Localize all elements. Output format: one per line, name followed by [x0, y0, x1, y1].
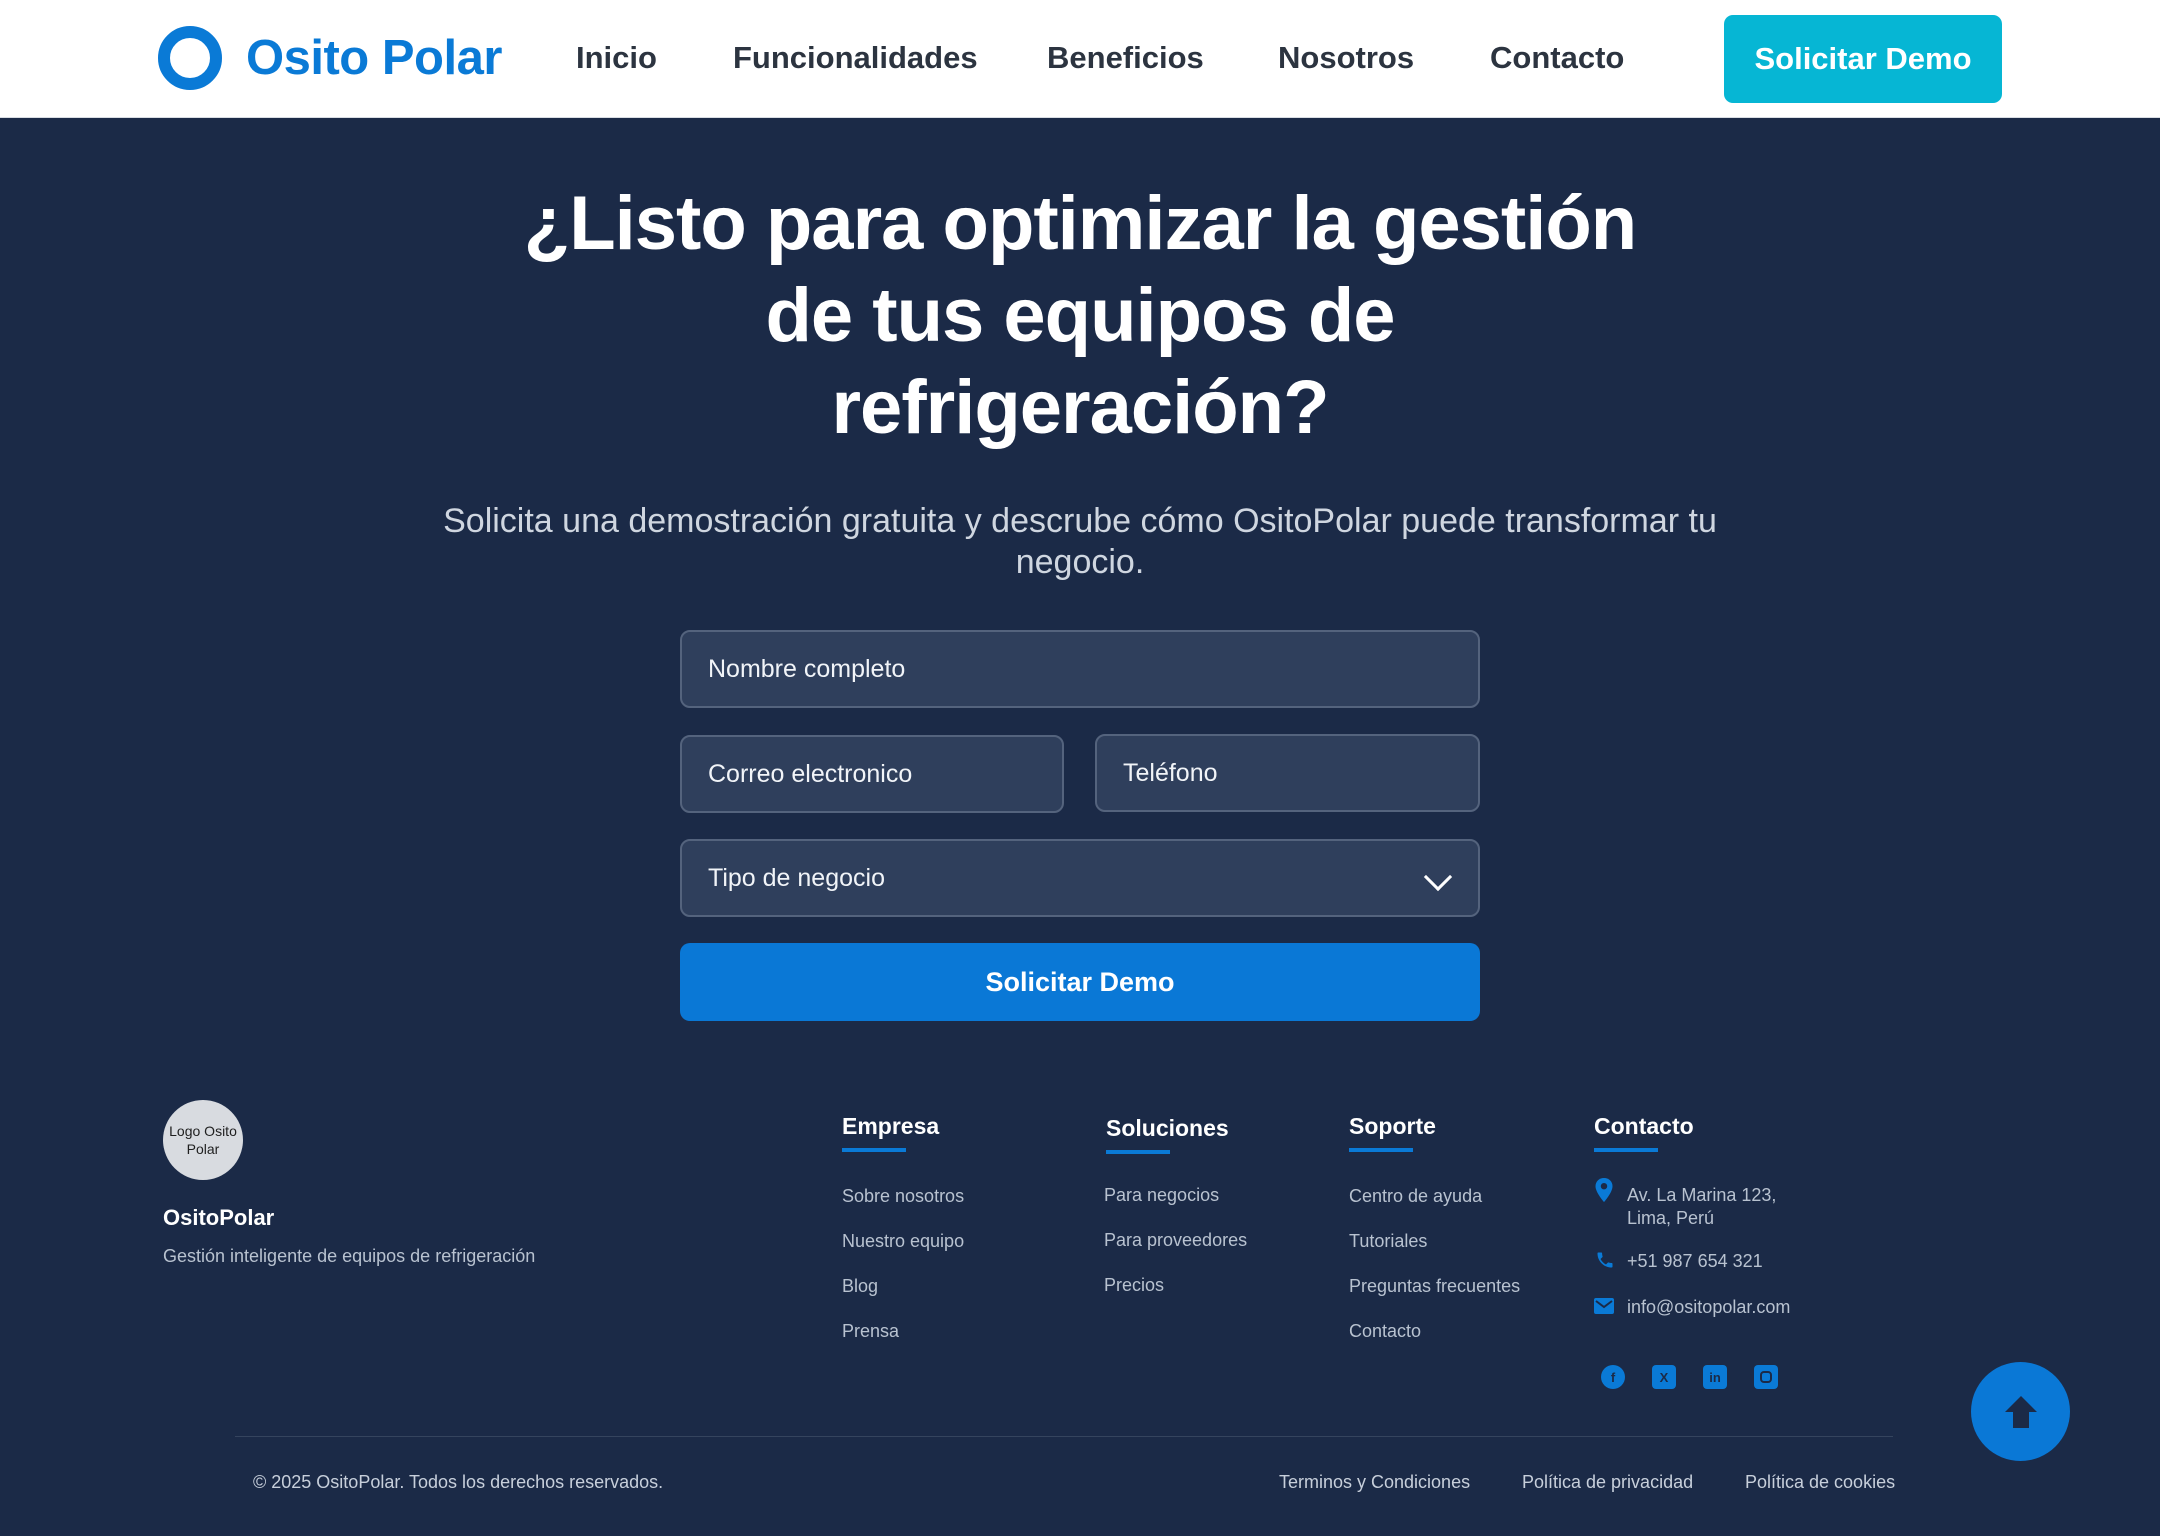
copyright-text: © 2025 OsitoPolar. Todos los derechos re…	[253, 1472, 664, 1492]
phone-icon	[1597, 1252, 1613, 1268]
legal-link-privacy[interactable]: Política de privacidad	[1522, 1472, 1693, 1493]
x-icon[interactable]: X	[1652, 1365, 1676, 1389]
chevron-down-icon	[1423, 862, 1453, 892]
footer-link[interactable]: Preguntas frecuentes	[1349, 1276, 1520, 1297]
footer-heading-soporte: Soporte	[1349, 1113, 1436, 1139]
footer-heading-soluciones: Soluciones	[1106, 1115, 1229, 1141]
contact-email[interactable]: info@ositopolar.com	[1627, 1296, 1790, 1319]
footer-link[interactable]: Blog	[842, 1276, 878, 1297]
nav-item-beneficios[interactable]: Beneficios	[1047, 40, 1204, 76]
instagram-icon[interactable]	[1754, 1365, 1778, 1389]
linkedin-icon[interactable]: in	[1703, 1365, 1727, 1389]
request-demo-nav-button[interactable]: Solicitar Demo	[1724, 15, 2002, 103]
business-type-select[interactable]: Tipo de negocio	[680, 839, 1480, 917]
nav-item-inicio[interactable]: Inicio	[576, 40, 657, 76]
contact-address-line: Av. La Marina 123,	[1627, 1185, 1777, 1205]
hero-subtitle: Solicita una demostración gratuita y des…	[443, 502, 1717, 581]
nav-item-contacto[interactable]: Contacto	[1490, 40, 1624, 76]
submit-demo-button[interactable]: Solicitar Demo	[680, 943, 1480, 1021]
top-navbar: Osito Polar Inicio Funcionalidades Benef…	[0, 0, 2160, 118]
map-pin-icon	[1595, 1178, 1613, 1202]
phone-placeholder: Teléfono	[1123, 758, 1218, 787]
arrow-up-icon	[2004, 1395, 2037, 1428]
contact-phone[interactable]: +51 987 654 321	[1627, 1250, 1763, 1273]
footer-link[interactable]: Contacto	[1349, 1321, 1421, 1342]
legal-link-cookies[interactable]: Política de cookies	[1745, 1472, 1895, 1493]
footer-heading-underline	[1594, 1148, 1658, 1152]
footer-link[interactable]: Prensa	[842, 1321, 899, 1342]
footer-link[interactable]: Para negocios	[1104, 1185, 1219, 1206]
footer-link[interactable]: Tutoriales	[1349, 1231, 1427, 1252]
business-type-value: Tipo de negocio	[708, 863, 885, 892]
hero-title-line: de tus equipos de	[765, 273, 1395, 358]
nav-item-nosotros[interactable]: Nosotros	[1278, 40, 1414, 76]
footer-link[interactable]: Nuestro equipo	[842, 1231, 964, 1252]
email-placeholder: Correo electronico	[708, 759, 913, 788]
instagram-glyph	[1760, 1371, 1772, 1383]
hero-title-line: ¿Listo para optimizar la gestión	[523, 181, 1637, 266]
email-icon	[1594, 1298, 1614, 1314]
brand-logo[interactable]: Osito Polar	[158, 26, 502, 90]
footer-link[interactable]: Sobre nosotros	[842, 1186, 964, 1207]
scroll-to-top-button[interactable]	[1971, 1362, 2070, 1461]
full-name-placeholder: Nombre completo	[708, 654, 906, 683]
hero-title-line: refrigeración?	[831, 365, 1329, 450]
footer-link[interactable]: Centro de ayuda	[1349, 1186, 1482, 1207]
contact-address: Av. La Marina 123, Lima, Perú	[1627, 1184, 1776, 1230]
hero-title: ¿Listo para optimizar la gestión de tus …	[480, 178, 1680, 454]
legal-link-terms[interactable]: Terminos y Condiciones	[1279, 1472, 1470, 1493]
footer-tagline: Gestión inteligente de equipos de refrig…	[163, 1246, 536, 1266]
footer-logo: Logo Osito Polar	[163, 1100, 243, 1180]
brand-name: Osito Polar	[246, 31, 502, 85]
footer-heading-empresa: Empresa	[842, 1113, 940, 1139]
logo-ring-icon	[158, 26, 222, 90]
nav-item-funcionalidades[interactable]: Funcionalidades	[733, 40, 978, 76]
facebook-icon[interactable]: f	[1601, 1365, 1625, 1389]
footer-brand-name: OsitoPolar	[163, 1205, 275, 1230]
contact-address-line: Lima, Perú	[1627, 1208, 1715, 1228]
footer-heading-underline	[1106, 1150, 1170, 1154]
full-name-input[interactable]: Nombre completo	[680, 630, 1480, 708]
footer-heading-underline	[1349, 1148, 1413, 1152]
footer-heading-contacto: Contacto	[1594, 1113, 1694, 1139]
phone-input[interactable]: Teléfono	[1095, 734, 1480, 812]
footer-heading-underline	[842, 1148, 906, 1152]
footer-link[interactable]: Precios	[1104, 1275, 1164, 1296]
footer-divider	[235, 1436, 1893, 1437]
footer-link[interactable]: Para proveedores	[1104, 1230, 1247, 1251]
email-input[interactable]: Correo electronico	[680, 735, 1064, 813]
